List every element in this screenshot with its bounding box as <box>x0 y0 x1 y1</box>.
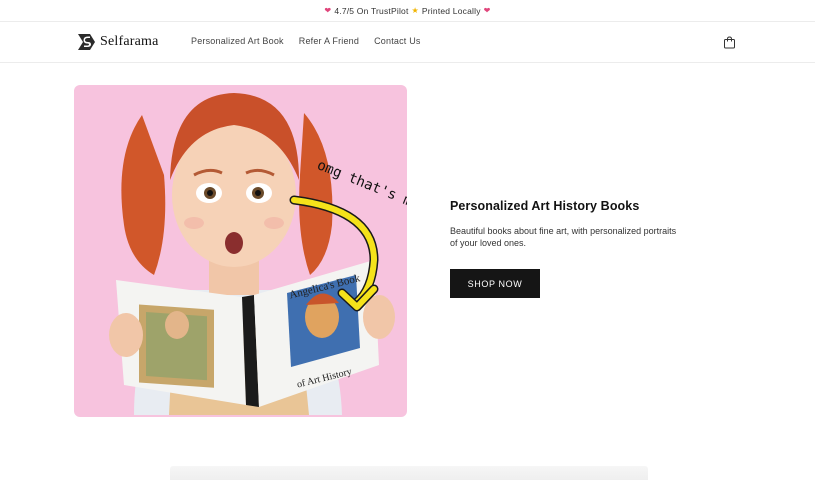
hero-title: Personalized Art History Books <box>450 199 640 213</box>
heart-icon: ❤ <box>324 6 332 15</box>
hero-image: omg that's me Angelica's Book of Art His… <box>74 85 407 417</box>
hero-illustration: omg that's me Angelica's Book of Art His… <box>109 93 407 415</box>
logo-text: Selfarama <box>100 34 159 49</box>
star-icon: ★ <box>411 6 419 15</box>
hero-description: Beautiful books about fine art, with per… <box>450 226 677 248</box>
next-section-strip <box>170 466 648 480</box>
nav-refer-a-friend[interactable]: Refer A Friend <box>299 36 359 46</box>
site-header: Selfarama Personalized Art Book Refer A … <box>0 22 815 63</box>
shop-now-button[interactable]: SHOP NOW <box>450 269 540 298</box>
heart-icon: ❤ <box>483 6 491 15</box>
logo[interactable]: Selfarama <box>76 33 159 51</box>
main-nav: Personalized Art Book Refer A Friend Con… <box>191 36 421 46</box>
bag-icon[interactable] <box>723 36 736 49</box>
announcement-bar: ❤ 4.7/5 On TrustPilot ★ Printed Locally … <box>0 0 815 22</box>
logo-mark-icon <box>78 34 95 50</box>
hero-text-block: Personalized Art History Books Beautiful… <box>450 199 700 298</box>
announcement-rating: 4.7/5 On TrustPilot <box>334 5 409 16</box>
nav-personalized-art-book[interactable]: Personalized Art Book <box>191 36 284 46</box>
nav-contact-us[interactable]: Contact Us <box>374 36 421 46</box>
announcement-printed: Printed Locally <box>421 5 481 16</box>
